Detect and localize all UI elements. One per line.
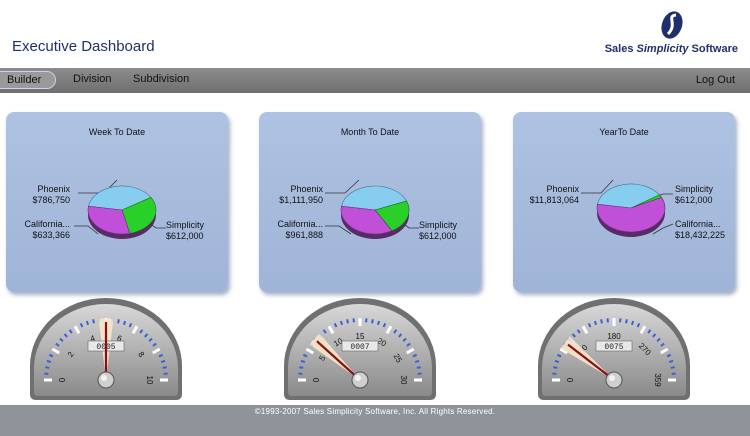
gauge-tick — [300, 359, 306, 364]
week-to-date-panel: Week To Date Phoenix $786,750 California.… — [6, 112, 228, 292]
gauge-tick — [299, 366, 304, 369]
brand: Sales Simplicity Software — [578, 10, 738, 58]
gauge-tick — [554, 359, 560, 364]
gauge-tick — [416, 366, 421, 369]
page-title: Executive Dashboard — [12, 38, 155, 55]
gauge-tick-label: 10 — [145, 376, 154, 385]
gauge-tick-label: 0 — [58, 377, 67, 382]
gauge-hub-shine — [355, 375, 361, 381]
nav-item-subdivision[interactable]: Subdivision — [133, 73, 189, 85]
footer: ©1993-2007 Sales Simplicity Software, In… — [0, 405, 750, 436]
gauge-tick-label: 180 — [607, 332, 621, 341]
slice-label-simplicity: Simplicity $612,000 — [675, 184, 714, 205]
gauge-hub-shine — [101, 375, 107, 381]
gauge-odometer: 0075 — [595, 340, 633, 352]
slice-label-simplicity: Simplicity $612,000 — [419, 220, 458, 241]
gauge-week: 02468100005 — [30, 298, 182, 400]
gauge-tick-label: 359 — [653, 373, 662, 387]
gauge-tick — [553, 366, 558, 369]
gauge-tick-label: 0 — [312, 377, 321, 382]
gauge-tick — [162, 366, 167, 369]
pie-chart — [87, 185, 157, 239]
gauge-tick — [668, 359, 674, 364]
gauge-tick-label: 30 — [399, 376, 408, 385]
header: Executive Dashboard Sales Simplicity Sof… — [0, 0, 750, 68]
gauge-tick — [630, 320, 635, 326]
gauge-tick — [117, 319, 120, 324]
slice-label-california: California... $18,432,225 — [675, 219, 726, 240]
gauge-tick — [160, 359, 166, 364]
gauge-tick — [670, 366, 675, 369]
slice-label-phoenix: Phoenix $1,111,950 — [279, 184, 323, 205]
nav-item-division[interactable]: Division — [73, 73, 112, 85]
gauge-tick-label: 0 — [566, 377, 575, 382]
gauge-tick — [593, 320, 598, 326]
copyright-text: ©1993-2007 Sales Simplicity Software, In… — [254, 407, 496, 416]
brand-logo-icon — [661, 11, 683, 39]
gauge-tick — [346, 319, 349, 324]
gauge-odometer: 0007 — [341, 340, 379, 352]
slice-label-california: California... $633,366 — [24, 219, 70, 240]
brand-name: Sales Simplicity Software — [604, 43, 738, 55]
nav-item-builder[interactable]: Builder — [0, 71, 57, 89]
logout-link[interactable]: Log Out — [696, 74, 735, 86]
gauge-tick — [376, 320, 381, 326]
gauge-hub-shine — [609, 375, 615, 381]
gauge-tick — [92, 319, 95, 324]
gauge-tick — [46, 359, 52, 364]
month-to-date-panel: Month To Date Phoenix $1,111,950 Californ… — [259, 112, 481, 292]
gauge-odometer-value: 0075 — [604, 343, 623, 352]
slice-label-phoenix: Phoenix $786,750 — [32, 184, 70, 205]
pie-chart — [340, 185, 410, 239]
gauge-month: 0510 15 2025300007 — [284, 298, 436, 400]
gauge-tick — [122, 320, 127, 326]
slice-label-simplicity: Simplicity $612,000 — [166, 220, 205, 241]
gauge-odometer-value: 0007 — [350, 343, 369, 352]
slice-label-phoenix: Phoenix $11,813,064 — [529, 184, 579, 205]
gauge-tick-label: 15 — [356, 332, 365, 341]
gauge-tick — [85, 320, 90, 326]
gauge-tick — [371, 319, 374, 324]
year-to-date-panel: YearTo Date Phoenix $11,813,064 Simplicit… — [513, 112, 735, 292]
gauge-tick — [625, 319, 628, 324]
gauge-tick — [414, 359, 420, 364]
pie-chart — [596, 183, 666, 237]
gauge-tick — [600, 319, 603, 324]
nav-bar: Builder Division Subdivision Log Out — [0, 68, 750, 93]
gauge-year: 0901802703590075 — [538, 298, 690, 400]
gauge-tick — [45, 366, 50, 369]
slice-label-california: California... $961,888 — [277, 219, 323, 240]
gauge-tick — [339, 320, 344, 326]
